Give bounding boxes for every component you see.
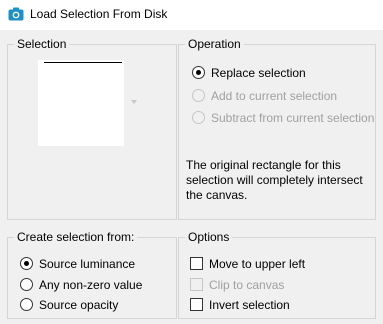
replace-selection-label: Replace selection [211,66,306,80]
radio-icon [20,278,33,291]
selection-group-label: Selection [14,37,70,52]
source-opacity-label: Source opacity [39,298,119,312]
source-luminance-label: Source luminance [39,257,136,271]
title-bar: Load Selection From Disk [0,0,383,30]
invert-selection-label: Invert selection [209,298,290,312]
radio-icon [192,111,205,124]
radio-icon [20,257,33,270]
options-group-label: Options [185,230,233,245]
preview-caret-icon [131,100,137,104]
radio-icon [192,66,205,79]
camera-app-icon [8,7,24,21]
subtract-from-selection-label: Subtract from current selection [211,111,375,125]
window-title: Load Selection From Disk [30,7,168,21]
clip-to-canvas-label: Clip to canvas [209,278,285,292]
operation-group-label: Operation [185,37,244,52]
preview-edge-line [44,62,122,63]
checkbox-icon [190,257,203,270]
selection-preview [38,60,124,146]
add-to-selection-label: Add to current selection [211,89,338,103]
checkbox-icon [190,278,203,291]
radio-icon [20,298,33,311]
any-nonzero-value-label: Any non-zero value [39,278,143,292]
intersection-info-text: The original rectangle for this selectio… [186,158,363,202]
create-selection-group-label: Create selection from: [14,230,138,245]
checkbox-icon [190,298,203,311]
move-to-upper-left-label: Move to upper left [209,257,306,271]
radio-icon [192,89,205,102]
